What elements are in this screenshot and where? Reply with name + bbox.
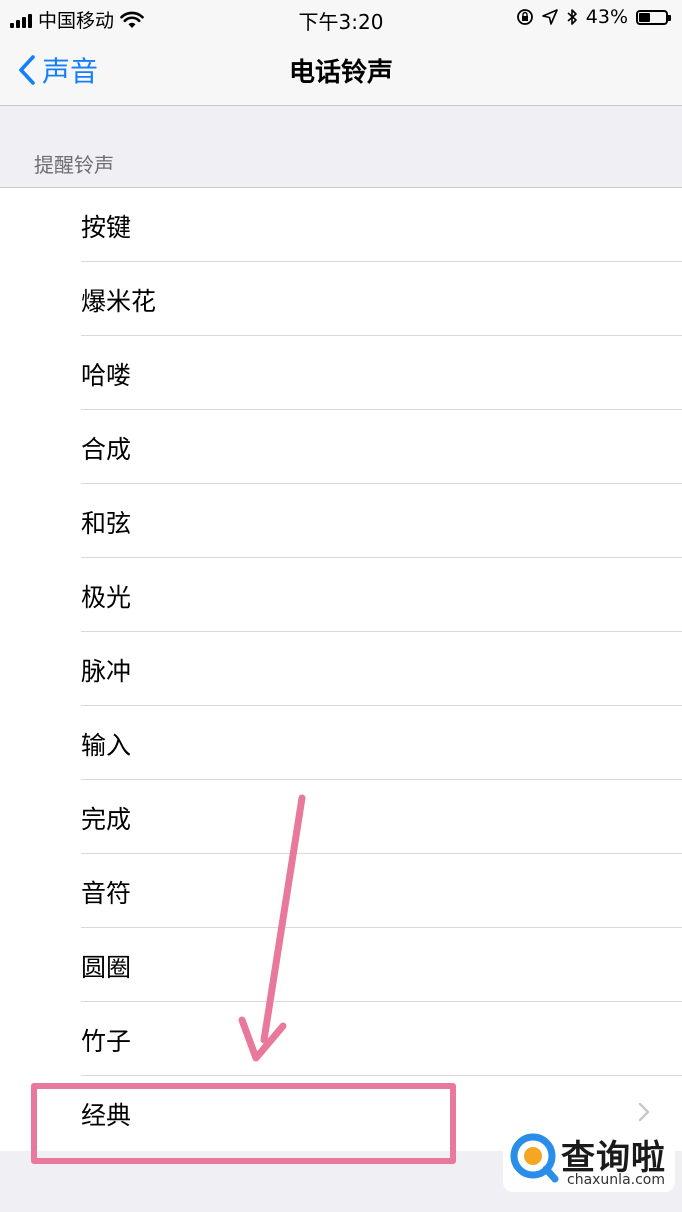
battery-level — [639, 12, 650, 22]
section-header: 提醒铃声 — [34, 153, 114, 177]
list-item[interactable]: 爆米花 — [0, 262, 682, 336]
navigation-bar: 声音 电话铃声 — [0, 36, 682, 106]
list-item[interactable]: 完成 — [0, 780, 682, 854]
list-item-label: 竹子 — [81, 1027, 132, 1056]
list-item[interactable]: 竹子 — [0, 1002, 682, 1076]
list-item-label: 和弦 — [81, 509, 132, 538]
status-bar: 中国移动 下午3:20 43% — [0, 0, 682, 36]
list-item-label: 圆圈 — [81, 953, 132, 982]
list-item-label: 音符 — [81, 879, 132, 908]
list-item[interactable]: 脉冲 — [0, 632, 682, 706]
list-item-label: 完成 — [81, 805, 132, 834]
list-item-label: 按键 — [81, 213, 132, 242]
watermark-subtitle: chaxunla.com — [567, 1172, 665, 1188]
orientation-lock-icon — [516, 9, 533, 25]
list-item-label: 爆米花 — [81, 287, 157, 316]
tone-list: 按键 爆米花 哈喽 合成 和弦 极光 脉冲 输入 完成 音符 圆圈 竹子 经典 — [0, 187, 682, 1151]
list-item[interactable]: 哈喽 — [0, 336, 682, 410]
battery-icon — [636, 9, 671, 25]
list-item-label: 脉冲 — [81, 657, 132, 686]
list-item[interactable]: 输入 — [0, 706, 682, 780]
list-item[interactable]: 音符 — [0, 854, 682, 928]
status-right: 43% — [516, 6, 671, 28]
list-item-label: 输入 — [81, 731, 132, 760]
list-item-label: 哈喽 — [81, 361, 132, 390]
page-title: 电话铃声 — [288, 58, 393, 88]
list-item[interactable]: 合成 — [0, 410, 682, 484]
list-item[interactable]: 按键 — [0, 188, 682, 262]
chevron-right-icon — [638, 1102, 650, 1122]
location-arrow-icon — [541, 9, 558, 25]
bluetooth-icon — [567, 9, 577, 25]
highlight-box — [31, 1083, 456, 1164]
list-item[interactable]: 圆圈 — [0, 928, 682, 1002]
list-item-label: 极光 — [81, 583, 132, 612]
list-item-label: 合成 — [81, 435, 132, 464]
magnifier-logo-icon — [510, 1133, 559, 1183]
list-item[interactable]: 和弦 — [0, 484, 682, 558]
list-item[interactable]: 极光 — [0, 558, 682, 632]
watermark: 查询啦 chaxunla.com — [503, 1128, 675, 1192]
battery-percent: 43% — [585, 6, 628, 28]
